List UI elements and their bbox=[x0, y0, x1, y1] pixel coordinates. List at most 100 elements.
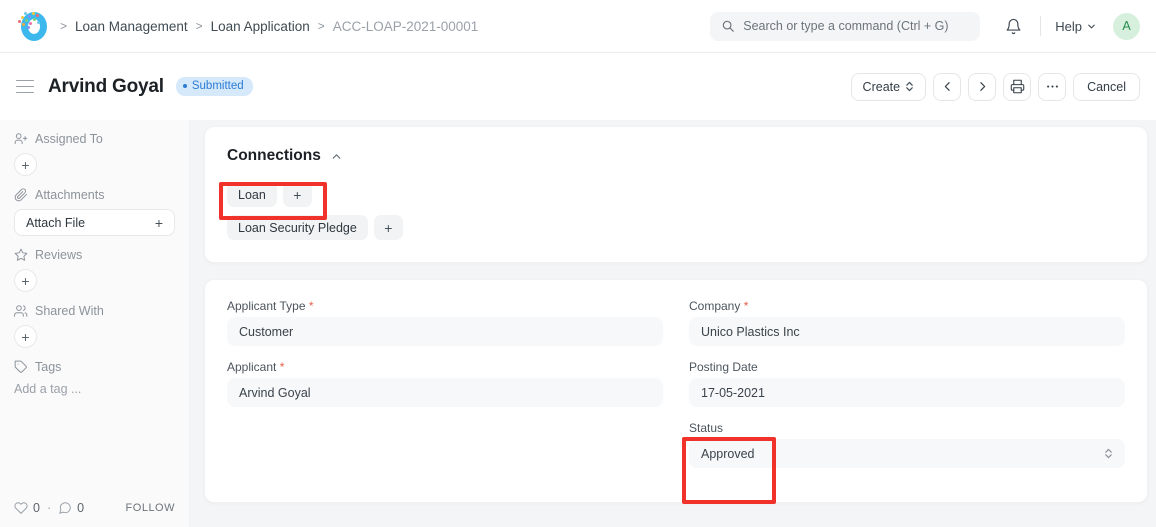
field-status: Status Approved bbox=[689, 421, 1125, 482]
sidebar-section-label: Shared With bbox=[35, 304, 104, 318]
like-group[interactable]: 0 bbox=[14, 501, 40, 515]
applicant-type-input[interactable]: Customer bbox=[227, 317, 663, 346]
document-titlebar: Arvind Goyal Submitted Create Cancel bbox=[0, 53, 1156, 120]
titlebar-actions: Create Cancel bbox=[850, 72, 1140, 101]
page-title: Arvind Goyal bbox=[48, 75, 164, 97]
status-select[interactable]: Approved bbox=[689, 439, 1125, 468]
field-label-text: Applicant Type bbox=[227, 299, 306, 313]
field-label-text: Applicant bbox=[227, 360, 277, 374]
sidebar-footer: 0 · 0 FOLLOW bbox=[14, 501, 175, 515]
search-box[interactable] bbox=[710, 11, 981, 41]
connection-link-loan-security-pledge[interactable]: Loan Security Pledge bbox=[227, 215, 368, 240]
star-icon bbox=[14, 248, 28, 262]
plus-icon: + bbox=[154, 214, 163, 231]
connections-header[interactable]: Connections bbox=[227, 147, 1125, 165]
footer-separator: · bbox=[46, 501, 52, 515]
applicant-input[interactable]: Arvind Goyal bbox=[227, 378, 663, 407]
like-count: 0 bbox=[33, 501, 40, 515]
comment-count: 0 bbox=[77, 501, 85, 515]
sidebar-section-label: Attachments bbox=[35, 188, 105, 202]
bell-icon bbox=[1005, 18, 1022, 35]
breadcrumb-separator: > bbox=[60, 19, 68, 33]
navbar-divider bbox=[1040, 16, 1042, 36]
required-asterisk: * bbox=[305, 299, 314, 313]
posting-date-input[interactable]: 17-05-2021 bbox=[689, 378, 1125, 407]
field-label-text: Posting Date bbox=[689, 360, 758, 374]
field-label: Applicant Type * bbox=[227, 299, 663, 313]
attach-file-button[interactable]: Attach File + bbox=[14, 209, 175, 236]
sidebar-section-header: Reviews bbox=[14, 248, 175, 262]
breadcrumb-separator: > bbox=[195, 19, 203, 33]
chevron-right-icon bbox=[976, 80, 989, 93]
hamburger-icon[interactable] bbox=[16, 79, 34, 94]
add-share-button[interactable]: + bbox=[14, 325, 37, 348]
field-applicant: Applicant * Arvind Goyal bbox=[227, 360, 663, 407]
tag-icon bbox=[14, 360, 28, 374]
more-actions-button[interactable] bbox=[1038, 72, 1067, 101]
sidebar-section-assigned-to: Assigned To + bbox=[14, 132, 175, 176]
help-label: Help bbox=[1055, 18, 1082, 34]
create-button-label: Create bbox=[862, 79, 901, 94]
navbar-right-group: Help A bbox=[710, 11, 1140, 41]
breadcrumb-item-current: ACC-LOAP-2021-00001 bbox=[332, 18, 479, 34]
add-loan-security-pledge-button[interactable]: + bbox=[373, 215, 403, 240]
follow-button[interactable]: FOLLOW bbox=[126, 502, 175, 514]
cancel-button[interactable]: Cancel bbox=[1073, 72, 1140, 101]
breadcrumb-separator: > bbox=[317, 19, 325, 33]
required-asterisk: * bbox=[740, 299, 749, 313]
add-assignment-button[interactable]: + bbox=[14, 153, 37, 176]
required-asterisk: * bbox=[276, 360, 285, 374]
status-badge: Submitted bbox=[175, 77, 253, 96]
frappe-logo-icon[interactable] bbox=[16, 9, 50, 43]
comment-icon bbox=[58, 501, 72, 515]
app-root: > Loan Management > Loan Application > A… bbox=[0, 0, 1156, 527]
sidebar-section-header: Shared With bbox=[14, 304, 175, 318]
chevron-left-icon bbox=[941, 80, 954, 93]
heart-icon bbox=[14, 501, 28, 515]
form-sidebar: Assigned To + Attachments Attach File + bbox=[0, 120, 190, 527]
sidebar-section-shared-with: Shared With + bbox=[14, 304, 175, 348]
field-applicant-type: Applicant Type * Customer bbox=[227, 299, 663, 346]
field-label: Applicant * bbox=[227, 360, 663, 374]
sidebar-section-label: Reviews bbox=[35, 248, 83, 262]
create-button[interactable]: Create bbox=[850, 72, 927, 101]
search-input[interactable] bbox=[743, 19, 970, 33]
top-navbar: > Loan Management > Loan Application > A… bbox=[0, 0, 1156, 53]
help-menu-button[interactable]: Help bbox=[1053, 15, 1099, 38]
breadcrumb-item-loan-management[interactable]: Loan Management bbox=[75, 19, 188, 34]
user-plus-icon bbox=[14, 132, 28, 146]
up-down-chevron-icon bbox=[905, 80, 914, 93]
add-review-button[interactable]: + bbox=[14, 269, 37, 292]
comment-group[interactable]: 0 bbox=[58, 501, 84, 515]
field-label-text: Company bbox=[689, 299, 741, 313]
sidebar-section-label: Tags bbox=[35, 360, 62, 374]
form-grid: Applicant Type * Customer Company * Unic… bbox=[227, 299, 1125, 482]
page-body: Assigned To + Attachments Attach File + bbox=[0, 120, 1156, 527]
details-form-card: Applicant Type * Customer Company * Unic… bbox=[204, 279, 1148, 503]
field-label-text: Status bbox=[689, 421, 724, 435]
sidebar-section-header: Tags bbox=[14, 360, 175, 374]
add-loan-button[interactable]: + bbox=[282, 182, 312, 207]
sidebar-section-label: Assigned To bbox=[35, 132, 103, 146]
company-input[interactable]: Unico Plastics Inc bbox=[689, 317, 1125, 346]
connection-link-loan[interactable]: Loan bbox=[227, 182, 277, 207]
connections-title: Connections bbox=[227, 147, 321, 164]
field-label: Company * bbox=[689, 299, 1125, 313]
chevron-up-icon[interactable] bbox=[330, 150, 343, 163]
sidebar-section-header: Attachments bbox=[14, 188, 175, 202]
field-posting-date: Posting Date 17-05-2021 bbox=[689, 360, 1125, 407]
field-label: Posting Date bbox=[689, 360, 1125, 374]
previous-document-button[interactable] bbox=[933, 72, 962, 101]
breadcrumb-item-loan-application[interactable]: Loan Application bbox=[211, 19, 310, 34]
status-badge-label: Submitted bbox=[191, 80, 244, 92]
sidebar-section-reviews: Reviews + bbox=[14, 248, 175, 292]
print-button[interactable] bbox=[1003, 72, 1032, 101]
next-document-button[interactable] bbox=[968, 72, 997, 101]
sidebar-section-header: Assigned To bbox=[14, 132, 175, 146]
connections-card: Connections Loan + Loan Security Pledge … bbox=[204, 126, 1148, 263]
avatar[interactable]: A bbox=[1113, 12, 1140, 40]
connection-row-loan: Loan + bbox=[227, 182, 1125, 207]
notifications-button[interactable] bbox=[998, 11, 1028, 41]
add-tag-input[interactable]: Add a tag ... bbox=[14, 381, 175, 396]
form-main-area: Connections Loan + Loan Security Pledge … bbox=[190, 120, 1156, 527]
